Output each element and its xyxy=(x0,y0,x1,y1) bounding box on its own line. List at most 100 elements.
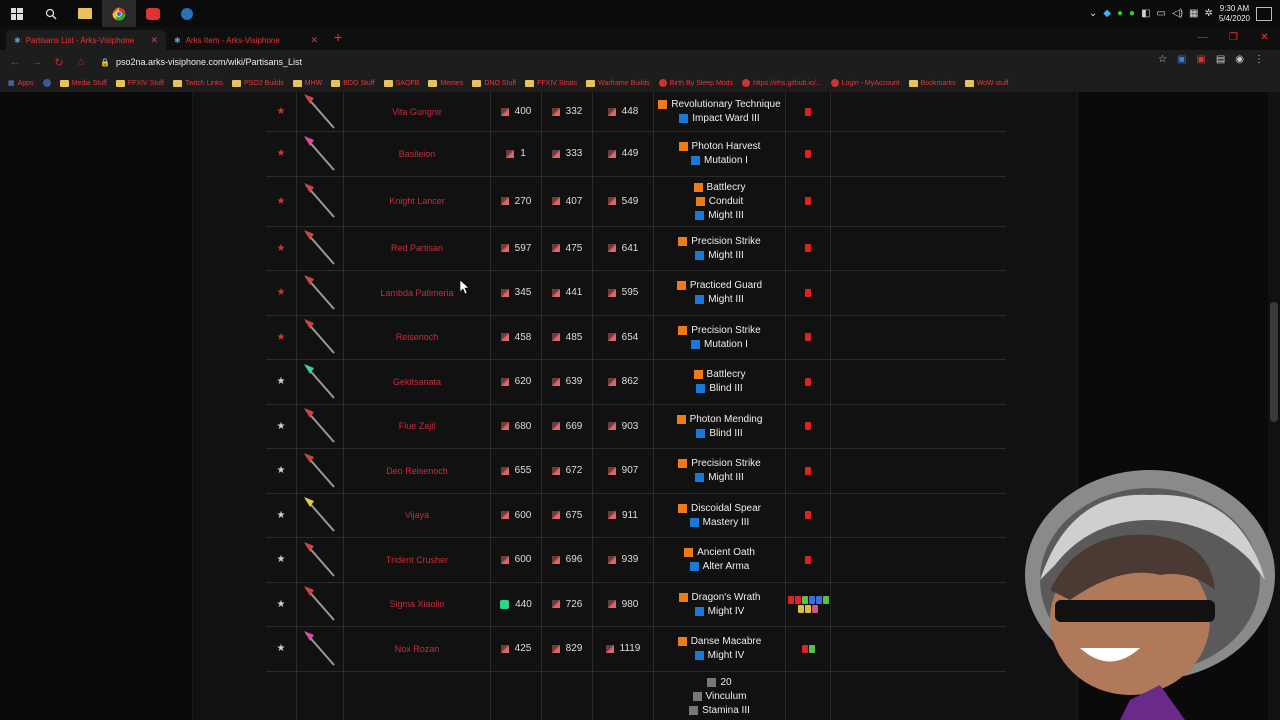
close-icon[interactable]: ✕ xyxy=(150,35,158,46)
minimize-icon[interactable]: — xyxy=(1187,27,1218,47)
weapon-name-link[interactable]: Gekitsanata xyxy=(393,377,441,387)
bookmark-folder[interactable]: PSO2 Builds xyxy=(232,79,284,87)
affix-text[interactable]: Might IV xyxy=(708,650,745,661)
weapon-name-link[interactable]: Reisenoch xyxy=(396,332,439,342)
affix-text[interactable]: Precision Strike xyxy=(691,458,760,469)
affix-text[interactable]: Battlecry xyxy=(707,182,746,193)
language-icon[interactable]: ▦ xyxy=(1189,8,1198,19)
extension-icon[interactable]: ▣ xyxy=(1196,54,1205,65)
affix-text[interactable]: Blind III xyxy=(709,383,742,394)
affix-text[interactable]: Mastery III xyxy=(703,517,750,528)
weapon-name-link[interactable]: Nox Rozan xyxy=(395,644,440,654)
network-icon[interactable]: ◆ xyxy=(1103,8,1111,19)
new-tab-icon[interactable]: + xyxy=(334,29,342,45)
tray-app-icon[interactable]: ● xyxy=(1129,8,1135,19)
chrome-icon[interactable] xyxy=(102,0,136,27)
bookmark-folder[interactable]: Media Stuff xyxy=(59,79,107,87)
partisan-weapon-icon[interactable] xyxy=(300,228,340,268)
search-icon[interactable] xyxy=(34,0,68,27)
bookmark-facebook[interactable] xyxy=(42,79,51,87)
affix-text[interactable]: Blind III xyxy=(709,428,742,439)
partisan-weapon-icon[interactable] xyxy=(300,181,340,221)
affix-text[interactable]: Alter Arma xyxy=(703,561,750,572)
monitor-icon[interactable]: ▭ xyxy=(1157,8,1166,19)
file-explorer-icon[interactable] xyxy=(68,0,102,27)
extension-icon[interactable]: ▣ xyxy=(1177,54,1186,65)
affix-text[interactable]: Stamina III xyxy=(702,705,750,716)
affix-text[interactable]: Impact Ward III xyxy=(692,113,759,124)
bookmark-folder[interactable]: FFXIV Strats xyxy=(525,79,577,87)
bookmark-link[interactable]: Birth By Sleep Mods xyxy=(658,79,733,87)
close-icon[interactable]: ✕ xyxy=(310,35,318,46)
bookmark-link[interactable]: Login - MyAccount xyxy=(830,79,900,87)
tray-app-icon[interactable]: ◧ xyxy=(1141,8,1150,19)
close-window-icon[interactable]: ✕ xyxy=(1249,27,1280,47)
affix-text[interactable]: Dragon's Wrath xyxy=(692,592,761,603)
bookmark-folder[interactable]: BDO Stuff xyxy=(331,79,375,87)
partisan-weapon-icon[interactable] xyxy=(300,92,340,132)
affix-text[interactable]: Might III xyxy=(708,210,744,221)
bookmark-folder[interactable]: MHW xyxy=(292,79,322,87)
partisan-weapon-icon[interactable] xyxy=(300,629,340,669)
partisan-weapon-icon[interactable] xyxy=(300,540,340,580)
affix-text[interactable]: Might IV xyxy=(708,606,745,617)
lock-icon[interactable]: 🔒 xyxy=(100,58,110,67)
bookmark-link[interactable]: https://ehs.github.io/... xyxy=(742,79,822,87)
affix-text[interactable]: Vinculum xyxy=(706,691,747,702)
affix-text[interactable]: Practiced Guard xyxy=(690,280,762,291)
affix-text[interactable]: Ancient Oath xyxy=(697,547,755,558)
weapon-name-link[interactable]: Deo Reisenoch xyxy=(386,466,448,476)
bookmark-folder[interactable]: Memes xyxy=(428,79,463,87)
windows-start-icon[interactable] xyxy=(0,0,34,27)
tab-arks-item[interactable]: ✱ Arks Item - Arks-Visiphone ✕ xyxy=(166,30,326,50)
forward-icon[interactable]: → xyxy=(26,56,48,68)
affix-text[interactable]: Conduit xyxy=(709,196,743,207)
bookmark-apps[interactable]: ▦ Apps xyxy=(8,79,34,88)
affix-text[interactable]: Danse Macabre xyxy=(691,636,762,647)
partisan-weapon-icon[interactable] xyxy=(300,134,340,174)
affix-text[interactable]: Might III xyxy=(708,250,744,261)
bookmark-folder[interactable]: Bookmarks xyxy=(908,79,956,87)
partisan-weapon-icon[interactable] xyxy=(300,406,340,446)
partisan-weapon-icon[interactable] xyxy=(300,495,340,535)
weapon-name-link[interactable]: Vijaya xyxy=(405,510,429,520)
weapon-name-link[interactable]: Sigma Xiaolio xyxy=(389,599,444,609)
notification-icon[interactable] xyxy=(1256,6,1272,21)
volume-icon[interactable]: ◁) xyxy=(1172,8,1183,19)
chevron-up-icon[interactable]: ⌄ xyxy=(1089,8,1097,19)
affix-text[interactable]: Precision Strike xyxy=(691,325,760,336)
weapon-name-link[interactable]: Trident Crusher xyxy=(386,555,448,565)
affix-text[interactable]: Battlecry xyxy=(707,369,746,380)
partisan-weapon-icon[interactable] xyxy=(300,362,340,402)
affix-text[interactable]: Mutation I xyxy=(704,339,748,350)
affix-text[interactable]: Might III xyxy=(708,294,744,305)
partisan-weapon-icon[interactable] xyxy=(300,273,340,313)
extension-icon[interactable]: ▤ xyxy=(1216,54,1225,65)
steam-icon[interactable] xyxy=(170,0,204,27)
affix-text[interactable]: Precision Strike xyxy=(691,236,760,247)
weapon-name-link[interactable]: Red Partisan xyxy=(391,243,443,253)
tab-partisans-list[interactable]: ✱ Partisans List - Arks-Visiphone ✕ xyxy=(6,30,166,50)
partisan-weapon-icon[interactable] xyxy=(300,317,340,357)
bookmark-folder[interactable]: WoW stuff xyxy=(964,79,1009,87)
back-icon[interactable]: ← xyxy=(4,56,26,68)
affix-text[interactable]: Photon Mending xyxy=(690,414,763,425)
url-field[interactable]: 🔒 pso2na.arks-visiphone.com/wiki/Partisa… xyxy=(100,54,1160,70)
bookmark-folder[interactable]: FFXIV Stuff xyxy=(115,79,164,87)
profile-avatar[interactable]: ◉ xyxy=(1235,54,1244,65)
bookmark-folder[interactable]: Twitch Links xyxy=(172,79,223,87)
affix-text[interactable]: Photon Harvest xyxy=(692,141,761,152)
reload-icon[interactable]: ↻ xyxy=(48,56,70,69)
weapon-name-link[interactable]: Vita Gungnir xyxy=(392,107,442,117)
restore-icon[interactable]: ❐ xyxy=(1218,27,1249,47)
menu-icon[interactable]: ⋮ xyxy=(1254,54,1264,65)
settings-icon[interactable]: ✲ xyxy=(1204,8,1212,19)
bookmark-folder[interactable]: SAOFB xyxy=(383,79,419,87)
bookmark-folder[interactable]: Warframe Builds xyxy=(586,79,650,87)
partisan-weapon-icon[interactable] xyxy=(300,451,340,491)
weapon-name-link[interactable]: Lambda Patimeria xyxy=(380,288,453,298)
weapon-name-link[interactable]: Basileion xyxy=(399,149,436,159)
scrollbar-thumb[interactable] xyxy=(1270,302,1278,422)
affix-text[interactable]: Might III xyxy=(708,472,744,483)
weapon-name-link[interactable]: Flue Zajil xyxy=(399,421,436,431)
